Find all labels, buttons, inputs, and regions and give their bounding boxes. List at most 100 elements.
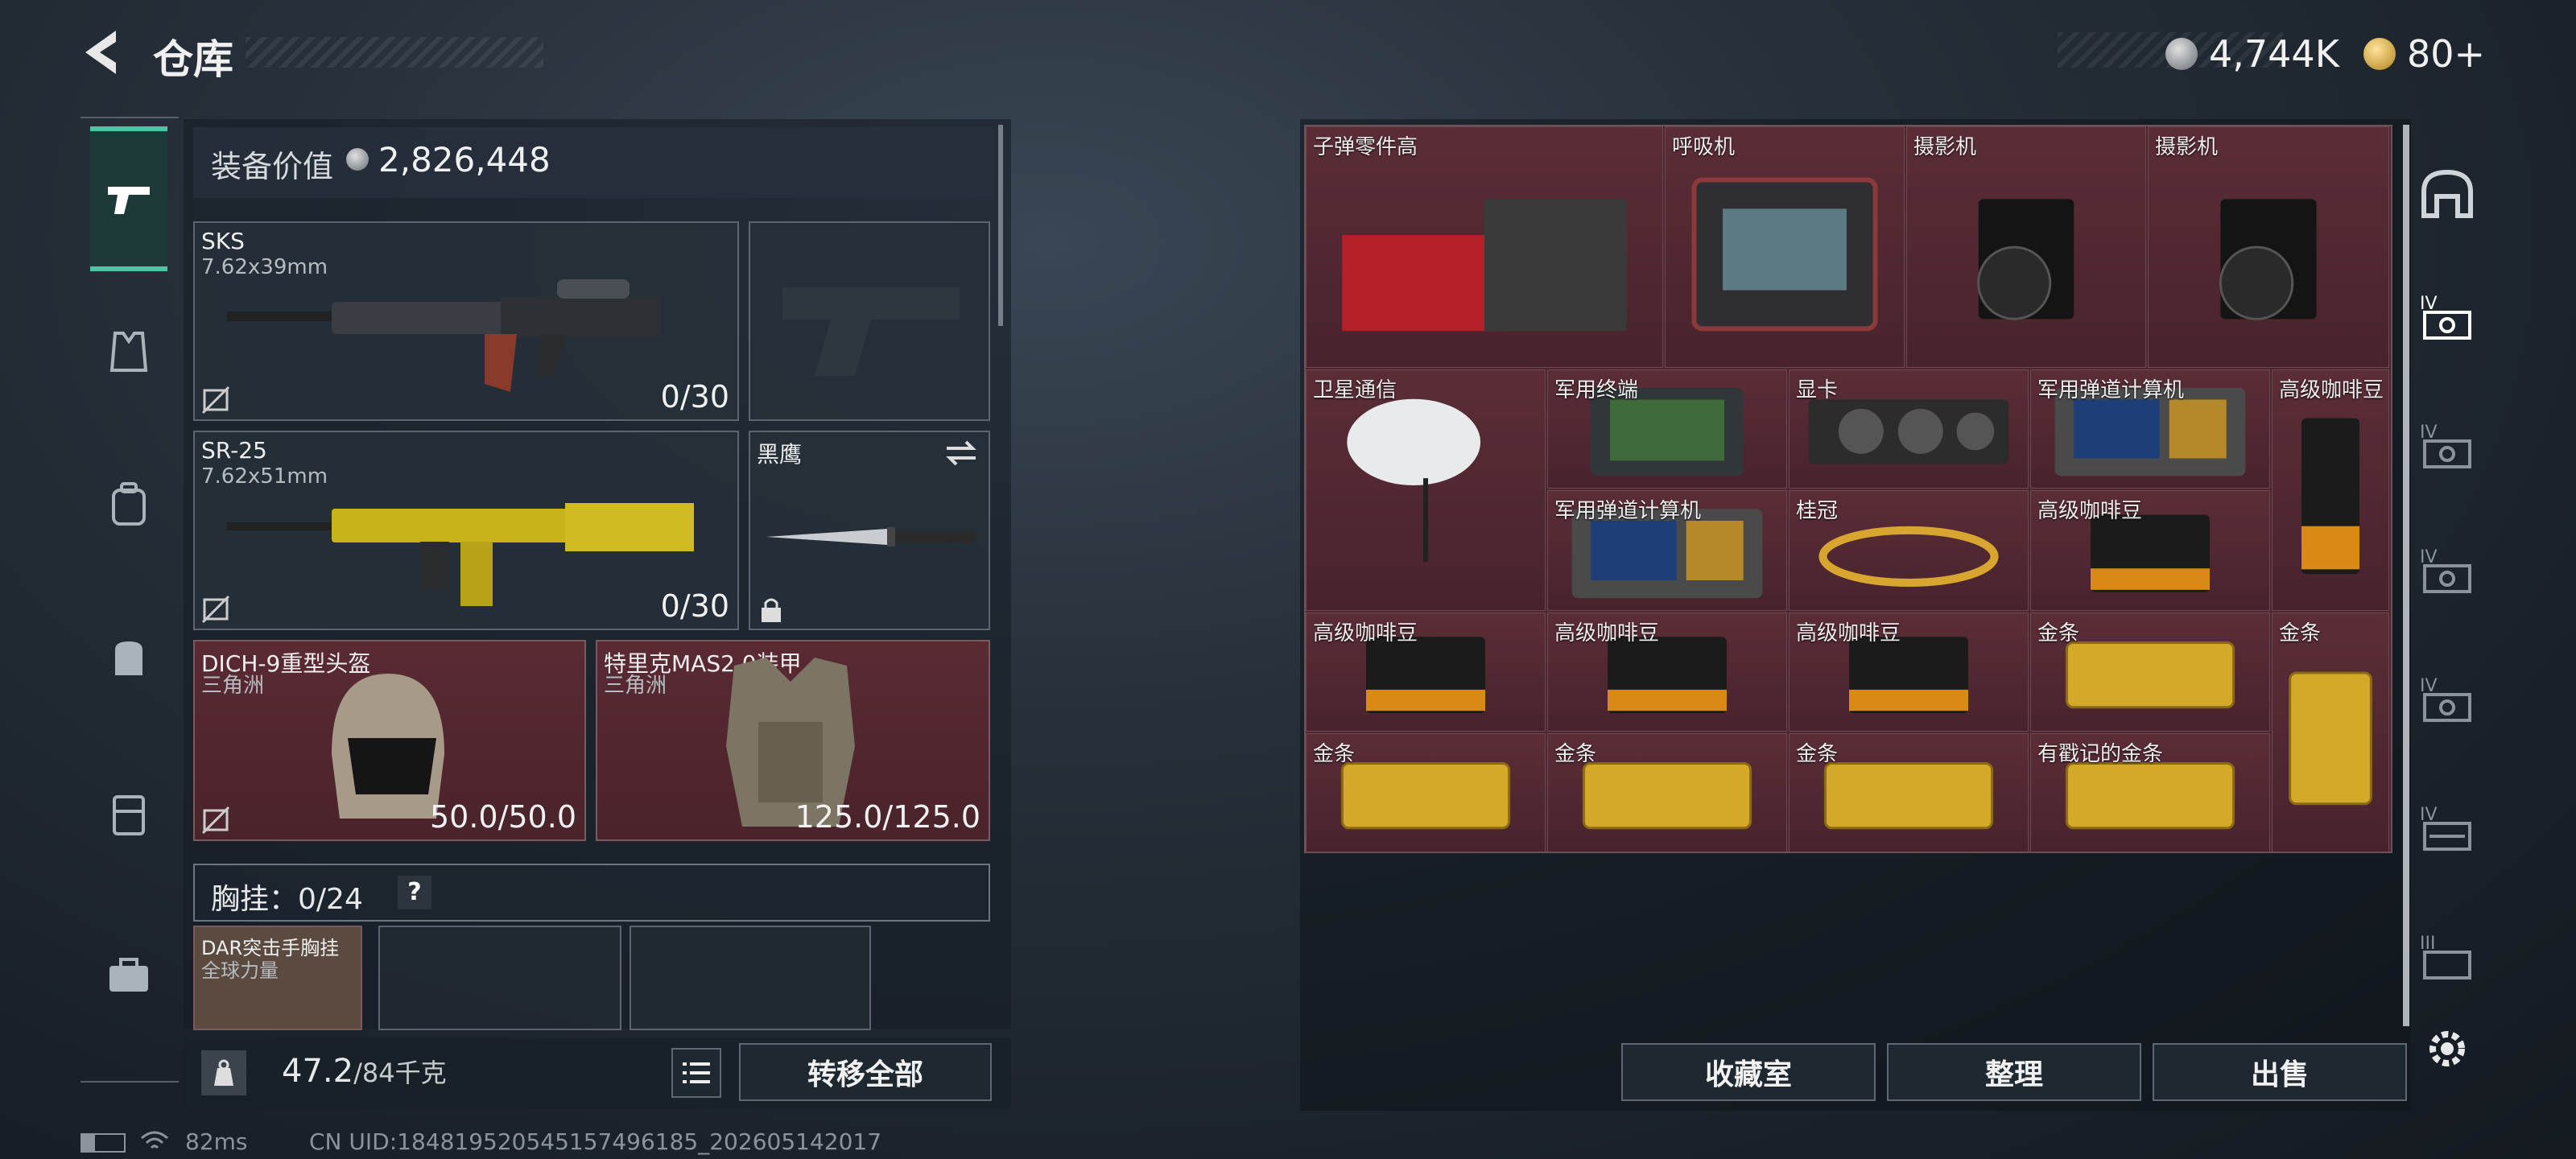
cell-gold-bar[interactable]: 金条 <box>1547 733 1787 852</box>
container-icon <box>113 795 145 835</box>
storage-box-icon: III <box>2420 934 2471 980</box>
tab-bag[interactable] <box>90 597 167 718</box>
silver-coin-icon <box>346 148 369 171</box>
cell-gpu[interactable]: 显卡 <box>1789 369 2029 489</box>
cell-camera[interactable]: 摄影机 <box>1906 126 2146 368</box>
tab-storage-4c[interactable]: IV <box>2415 535 2479 608</box>
item-label: 金条 <box>2279 621 2322 645</box>
slot-melee[interactable]: 黑鹰 <box>749 431 990 630</box>
cell-gold-bar[interactable]: 金条 <box>2272 612 2389 852</box>
tab-weapons[interactable] <box>90 126 167 271</box>
cell-coffee[interactable]: 高级咖啡豆 <box>2272 369 2389 611</box>
tab-case[interactable] <box>90 915 167 1036</box>
tab-storage-4d[interactable]: IV <box>2415 664 2479 736</box>
list-view-button[interactable] <box>671 1048 721 1098</box>
storage-scrollbar[interactable] <box>2403 125 2409 1026</box>
rifle-image <box>227 503 694 606</box>
item-label: 金条 <box>1313 742 1356 766</box>
weight-current: 47.2 <box>282 1053 354 1090</box>
item-label: 金条 <box>1796 742 1839 766</box>
cell-satellite[interactable]: 卫星通信 <box>1306 369 1546 611</box>
no-durability-icon <box>201 595 230 624</box>
cell-gold-bar[interactable]: 金条 <box>2030 612 2270 732</box>
item-image <box>2219 199 2317 320</box>
transfer-all-button[interactable]: 转移全部 <box>739 1043 992 1101</box>
item-label: 高级咖啡豆 <box>1554 621 1660 645</box>
title-decoration <box>246 37 543 68</box>
armor-durability: 125.0/125.0 <box>795 799 980 835</box>
chest-rig-slot-empty[interactable] <box>630 926 871 1030</box>
back-button[interactable] <box>77 24 126 80</box>
cell-gold-bar[interactable]: 金条 <box>1789 733 2029 852</box>
cell-coffee[interactable]: 高级咖啡豆 <box>1547 612 1787 732</box>
category-tabs <box>80 117 179 1083</box>
slot-primary-weapon[interactable]: SKS 7.62x39mm 0/30 <box>193 221 739 421</box>
chest-rig-slot-empty[interactable] <box>378 926 621 1030</box>
tab-armor[interactable] <box>90 291 167 412</box>
sell-button[interactable]: 出售 <box>2153 1043 2407 1101</box>
bag-icon <box>115 641 142 675</box>
helmet-origin: 三角洲 <box>201 674 265 698</box>
cell-laurel[interactable]: 桂冠 <box>1789 490 2029 611</box>
pistol-icon <box>108 187 150 214</box>
tab-storage-3[interactable]: III <box>2415 922 2479 994</box>
cell-ballistic-computer[interactable]: 军用弹道计算机 <box>2030 369 2270 489</box>
tab-storage-4b[interactable]: IV <box>2415 410 2479 483</box>
storage-box-icon: IV <box>2420 423 2471 468</box>
help-button[interactable]: ? <box>398 876 431 909</box>
currency-gold[interactable]: 80+ <box>2363 32 2485 76</box>
cell-coffee[interactable]: 高级咖啡豆 <box>2030 490 2270 611</box>
item-label: 显卡 <box>1796 378 1839 402</box>
helmet-durability: 50.0/50.0 <box>429 799 576 835</box>
cell-gold-bar[interactable]: 金条 <box>1306 733 1546 852</box>
item-image <box>1347 398 1481 563</box>
tab-storage-4[interactable]: IV <box>2415 282 2479 354</box>
silver-coin-icon <box>2165 38 2198 70</box>
cell-coffee[interactable]: 高级咖啡豆 <box>1789 612 2029 732</box>
slot-secondary-weapon[interactable]: SR-25 7.62x51mm 0/30 <box>193 431 739 630</box>
tab-container[interactable] <box>90 754 167 875</box>
loadout-scrollbar[interactable] <box>998 125 1003 326</box>
knife-image <box>766 527 976 547</box>
ammo-count: 0/30 <box>660 588 729 624</box>
ammo-count: 0/30 <box>660 379 729 415</box>
cell-ventilator[interactable]: 呼吸机 <box>1665 126 1905 368</box>
gear-icon <box>2429 1031 2465 1066</box>
cell-military-terminal[interactable]: 军用终端 <box>1547 369 1787 489</box>
briefcase-icon <box>109 958 148 992</box>
page-title: 仓库 <box>153 36 233 83</box>
slot-pistol-empty[interactable] <box>749 221 990 421</box>
tab-backpack[interactable] <box>90 444 167 565</box>
cell-camera[interactable]: 摄影机 <box>2148 126 2389 368</box>
weight-readout: 47.2/84千克 <box>282 1053 447 1090</box>
slot-chest-rig[interactable]: DAR突击手胸挂 全球力量 <box>193 926 362 1030</box>
no-durability-icon <box>201 386 230 415</box>
vault-icon <box>2421 169 2473 218</box>
silver-amount: 4,744K <box>2209 32 2339 76</box>
storage-box-icon: IV <box>2420 805 2471 851</box>
rifle-image <box>227 279 662 392</box>
tab-storage-overview[interactable] <box>2415 157 2479 229</box>
cell-coffee[interactable]: 高级咖啡豆 <box>1306 612 1546 732</box>
cell-ammo-parts[interactable]: 子弹零件高 <box>1306 126 1663 368</box>
settings-button[interactable] <box>2415 1013 2479 1085</box>
cell-stamped-gold-bar[interactable]: 有戳记的金条 <box>2030 733 2270 852</box>
storage-box-icon: IV <box>2420 294 2471 340</box>
ping-readout: 82ms <box>185 1128 248 1155</box>
item-image <box>2301 418 2359 575</box>
currency-silver[interactable]: 4,744K <box>2165 32 2339 76</box>
swap-icon[interactable] <box>943 439 979 468</box>
chest-rig-item-origin: 全球力量 <box>201 959 279 982</box>
cell-ballistic-computer[interactable]: 军用弹道计算机 <box>1547 490 1787 611</box>
item-label: 军用终端 <box>1554 378 1639 402</box>
wifi-icon <box>141 1131 168 1149</box>
equipment-value: 2,826,448 <box>378 140 551 179</box>
collection-room-button[interactable]: 收藏室 <box>1621 1043 1876 1101</box>
tab-storage-4e[interactable]: IV <box>2415 793 2479 865</box>
list-icon <box>683 1062 710 1083</box>
item-label: 高级咖啡豆 <box>1313 621 1418 645</box>
slot-helmet[interactable]: DICH-9重型头盔 三角洲 50.0/50.0 <box>193 640 586 841</box>
slot-armor[interactable]: 特里克MAS2.0装甲 三角洲 125.0/125.0 <box>596 640 990 841</box>
sort-button[interactable]: 整理 <box>1887 1043 2141 1101</box>
item-label: 军用弹道计算机 <box>2037 378 2185 402</box>
